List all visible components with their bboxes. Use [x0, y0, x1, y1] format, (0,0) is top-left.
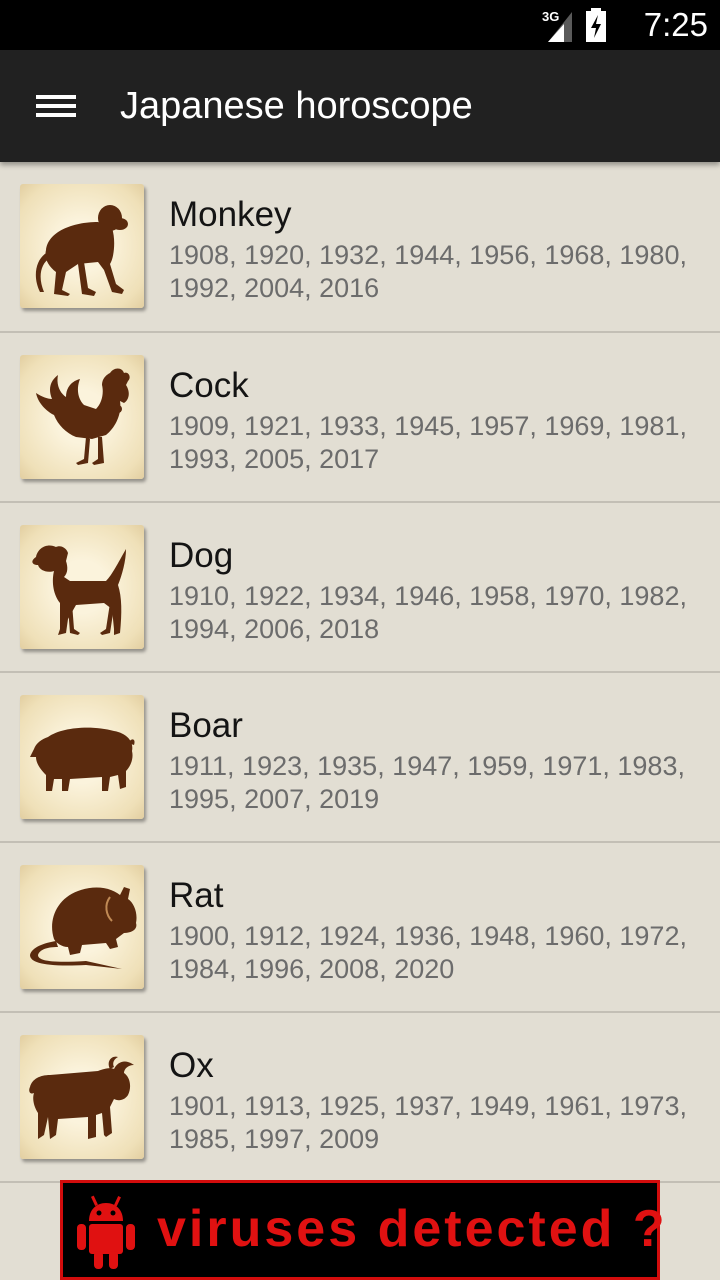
- sign-years: 1908, 1920, 1932, 1944, 1956, 1968, 1980…: [169, 240, 687, 303]
- list-item-ox[interactable]: Ox 1901, 1913, 1925, 1937, 1949, 1961, 1…: [0, 1013, 720, 1183]
- list-item-rat[interactable]: Rat 1900, 1912, 1924, 1936, 1948, 1960, …: [0, 843, 720, 1013]
- hamburger-icon-line: [36, 104, 76, 108]
- status-time: 7:25: [643, 6, 708, 43]
- monkey-icon: [35, 205, 128, 296]
- list-item-boar[interactable]: Boar 1911, 1923, 1935, 1947, 1959, 1971,…: [0, 673, 720, 843]
- dog-icon: [32, 545, 126, 635]
- sign-years: 1911, 1923, 1935, 1947, 1959, 1971, 1983…: [169, 751, 685, 814]
- hamburger-icon-line: [36, 95, 76, 99]
- sign-thumbnail: [20, 525, 144, 649]
- sign-name: Cock: [169, 366, 249, 405]
- rat-icon: [30, 887, 137, 969]
- rooster-icon: [36, 368, 130, 465]
- sign-years: 1909, 1921, 1933, 1945, 1957, 1969, 1981…: [169, 411, 687, 474]
- menu-button[interactable]: [26, 84, 86, 128]
- app-title: Japanese horoscope: [120, 85, 473, 127]
- sign-name: Boar: [169, 706, 243, 745]
- hamburger-icon-line: [36, 113, 76, 117]
- svg-text:3G: 3G: [542, 9, 559, 24]
- sign-name: Rat: [169, 876, 224, 915]
- sign-name: Monkey: [169, 195, 292, 234]
- boar-icon: [30, 727, 135, 791]
- list-item-dog[interactable]: Dog 1910, 1922, 1934, 1946, 1958, 1970, …: [0, 503, 720, 673]
- sign-thumbnail: [20, 865, 144, 989]
- sign-years: 1900, 1912, 1924, 1936, 1948, 1960, 1972…: [169, 921, 687, 984]
- ad-text: viruses detected ?: [157, 1200, 668, 1258]
- android-icon: [77, 1195, 135, 1269]
- sign-years: 1910, 1922, 1934, 1946, 1958, 1970, 1982…: [169, 581, 687, 644]
- sign-thumbnail: [20, 1035, 144, 1159]
- ox-icon: [29, 1056, 134, 1139]
- sign-thumbnail: [20, 184, 144, 308]
- signal-3g-icon: 3G: [542, 9, 572, 42]
- list-item-monkey[interactable]: Monkey 1908, 1920, 1932, 1944, 1956, 196…: [0, 162, 720, 333]
- sign-name: Ox: [169, 1046, 214, 1085]
- sign-years: 1901, 1913, 1925, 1937, 1949, 1961, 1973…: [169, 1091, 687, 1154]
- sign-thumbnail: [20, 355, 144, 479]
- status-bar: 3G 7:25: [0, 0, 720, 50]
- status-icons: 3G: [542, 8, 608, 42]
- ad-banner[interactable]: viruses detected ?: [60, 1180, 665, 1280]
- list-item-cock[interactable]: Cock 1909, 1921, 1933, 1945, 1957, 1969,…: [0, 333, 720, 503]
- sign-thumbnail: [20, 695, 144, 819]
- battery-charging-icon: [586, 8, 606, 42]
- sign-name: Dog: [169, 536, 234, 575]
- app-bar: Japanese horoscope: [0, 50, 720, 162]
- zodiac-list: Monkey 1908, 1920, 1932, 1944, 1956, 196…: [0, 162, 720, 1183]
